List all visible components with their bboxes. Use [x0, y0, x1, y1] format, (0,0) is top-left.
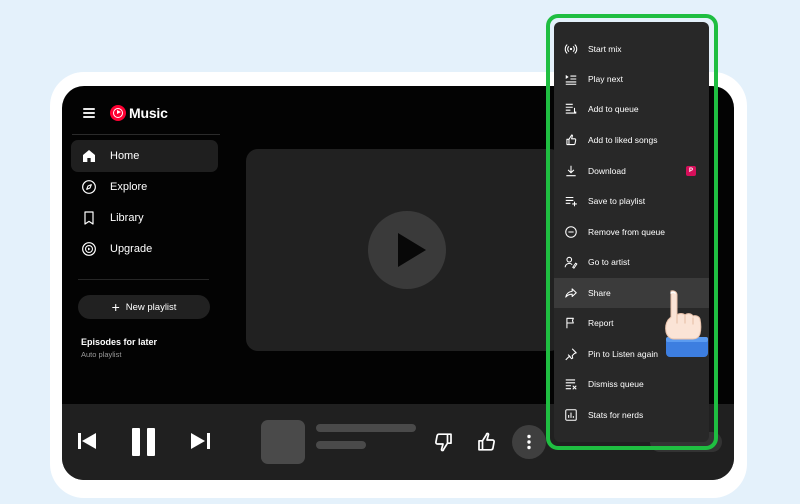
thumb-down-icon[interactable]: [432, 430, 456, 454]
context-menu: Start mix Play next Add to queue Add to …: [554, 22, 709, 442]
playlist-add-icon: [564, 194, 578, 208]
playlist-title[interactable]: Episodes for later: [81, 337, 157, 347]
sidebar-item-home[interactable]: Home: [71, 140, 218, 172]
menu-icon[interactable]: [83, 108, 95, 118]
play-icon[interactable]: [368, 211, 446, 289]
thumb-up-icon[interactable]: [474, 430, 498, 454]
menu-item-label: Share: [588, 288, 611, 298]
track-title-placeholder: [316, 424, 416, 432]
sidebar-item-explore[interactable]: Explore: [71, 171, 218, 203]
more-vert-icon: [527, 434, 531, 450]
dismiss-queue-icon: [564, 377, 578, 391]
menu-item-label: Dismiss queue: [588, 379, 644, 389]
previous-track-icon[interactable]: [78, 433, 98, 449]
menu-item-label: Add to liked songs: [588, 135, 658, 145]
menu-item-save-to-playlist[interactable]: Save to playlist: [554, 186, 709, 216]
premium-badge: P: [686, 166, 696, 176]
track-artist-placeholder: [316, 441, 366, 449]
menu-item-go-to-artist[interactable]: Go to artist: [554, 247, 709, 277]
artist-icon: [564, 255, 578, 269]
app-name: Music: [129, 105, 168, 121]
new-playlist-label: New playlist: [125, 301, 177, 313]
playlist-subtitle: Auto playlist: [81, 350, 122, 359]
play-next-icon: [564, 72, 578, 86]
menu-item-remove-from-queue[interactable]: Remove from queue: [554, 217, 709, 247]
menu-item-label: Report: [588, 318, 614, 328]
remove-circle-icon: [564, 225, 578, 239]
sidebar-item-upgrade[interactable]: Upgrade: [71, 233, 218, 265]
pause-icon[interactable]: [132, 428, 156, 456]
sidebar-item-label: Home: [110, 150, 140, 162]
more-options-button[interactable]: [512, 425, 546, 459]
menu-item-label: Remove from queue: [588, 227, 666, 237]
library-icon: [80, 209, 98, 227]
sidebar-divider: [78, 279, 209, 280]
add-to-queue-icon: [564, 102, 578, 116]
next-track-icon[interactable]: [190, 433, 210, 449]
menu-item-label: Play next: [588, 74, 623, 84]
share-icon: [564, 286, 578, 300]
sidebar-item-label: Library: [110, 212, 144, 224]
home-icon: [80, 147, 98, 165]
thumb-up-icon: [564, 133, 578, 147]
upgrade-icon: [80, 240, 98, 258]
menu-item-start-mix[interactable]: Start mix: [554, 34, 709, 64]
menu-item-play-next[interactable]: Play next: [554, 64, 709, 94]
menu-item-dismiss-queue[interactable]: Dismiss queue: [554, 369, 709, 399]
menu-item-label: Go to artist: [588, 257, 630, 267]
pin-icon: [564, 347, 578, 361]
plus-icon: +: [111, 299, 120, 315]
menu-item-label: Add to queue: [588, 104, 639, 114]
menu-item-stats-for-nerds[interactable]: Stats for nerds: [554, 400, 709, 430]
track-thumbnail[interactable]: [261, 420, 305, 464]
menu-item-label: Download: [588, 166, 626, 176]
flag-icon: [564, 316, 578, 330]
sidebar-item-label: Explore: [110, 181, 148, 193]
app-logo[interactable]: Music: [110, 105, 168, 121]
radio-icon: [564, 42, 578, 56]
pointing-hand-icon: [654, 287, 710, 359]
menu-item-label: Save to playlist: [588, 196, 646, 206]
new-playlist-button[interactable]: + New playlist: [78, 295, 210, 319]
menu-item-label: Start mix: [588, 44, 622, 54]
music-logo-icon: [110, 105, 126, 121]
menu-item-add-to-liked-songs[interactable]: Add to liked songs: [554, 125, 709, 155]
menu-item-label: Pin to Listen again: [588, 349, 658, 359]
compass-icon: [80, 178, 98, 196]
video-player[interactable]: [246, 149, 562, 351]
sidebar-item-label: Upgrade: [110, 243, 153, 255]
menu-item-download[interactable]: Download P: [554, 156, 709, 186]
header-divider: [72, 134, 220, 135]
sidebar-item-library[interactable]: Library: [71, 202, 218, 234]
download-icon: [564, 164, 578, 178]
menu-item-label: Stats for nerds: [588, 410, 644, 420]
menu-item-add-to-queue[interactable]: Add to queue: [554, 94, 709, 124]
stats-icon: [564, 408, 578, 422]
